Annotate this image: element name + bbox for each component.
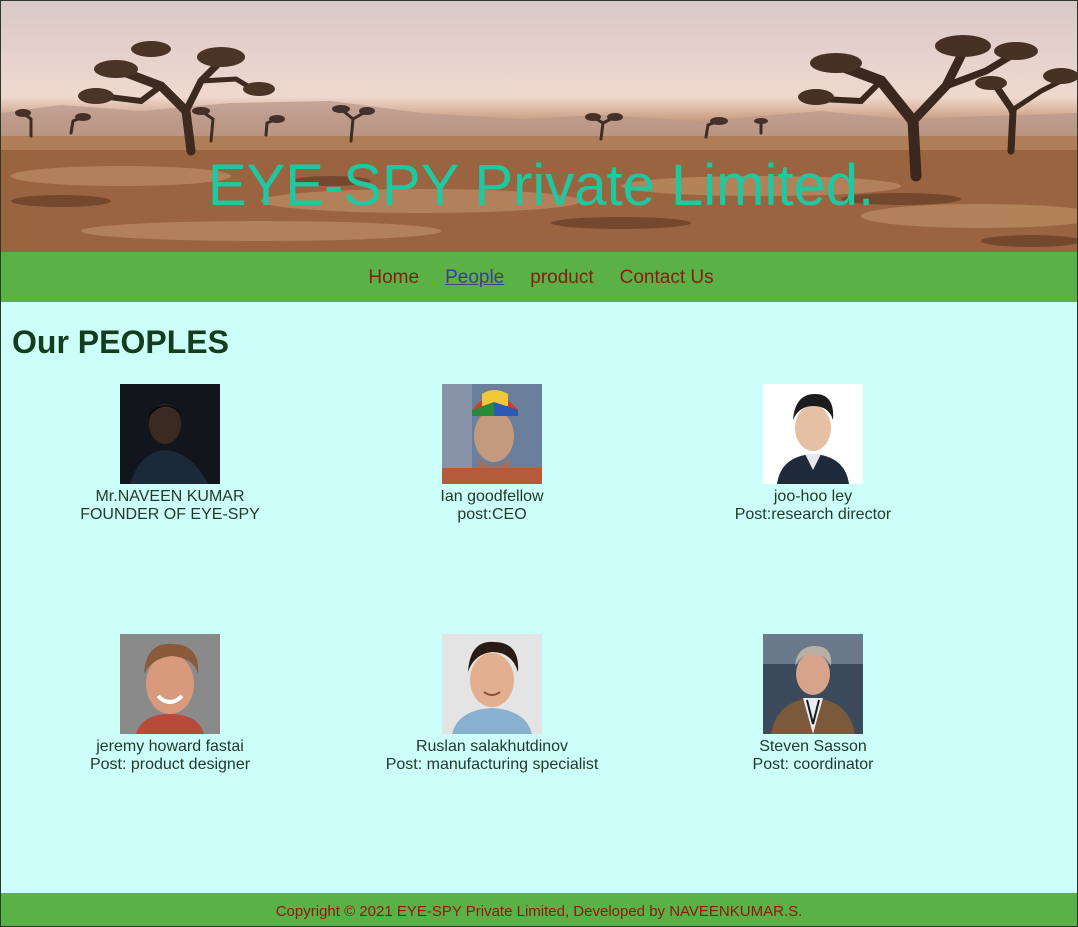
page-title: Our PEOPLES <box>12 324 229 360</box>
person-role: Post: product designer <box>89 756 251 773</box>
header-banner: EYE-SPY Private Limited. <box>1 1 1077 252</box>
person-card: Steven Sasson Post: coordinator <box>653 634 973 774</box>
site-title: EYE-SPY Private Limited. <box>207 153 875 218</box>
nav-link-home[interactable]: Home <box>368 267 419 289</box>
person-card: Ian goodfellow post:CEO <box>332 384 652 524</box>
person-role: Post:research director <box>734 506 892 523</box>
person-photo <box>120 384 220 484</box>
person-photo <box>442 384 542 484</box>
nav-link-product[interactable]: product <box>530 267 593 289</box>
footer: Copyright © 2021 EYE-SPY Private Limited… <box>1 893 1077 926</box>
footer-copyright: Copyright © 2021 EYE-SPY Private Limited… <box>275 903 803 920</box>
person-name: jeremy howard fastai <box>96 738 244 755</box>
person-photo <box>120 634 220 734</box>
nav-link-people[interactable]: People <box>445 267 504 289</box>
person-photo <box>442 634 542 734</box>
person-photo <box>763 634 863 734</box>
person-role: post:CEO <box>457 506 527 523</box>
person-card: jeremy howard fastai Post: product desig… <box>10 634 330 774</box>
person-name: Mr.NAVEEN KUMAR <box>95 488 245 505</box>
person-name: joo-hoo ley <box>773 488 853 505</box>
person-role: Post: coordinator <box>752 756 874 773</box>
person-name: Ruslan salakhutdinov <box>415 738 569 755</box>
nav-link-contact-us[interactable]: Contact Us <box>620 267 714 289</box>
main-nav: Home People product Contact Us <box>1 252 1077 302</box>
person-card: Ruslan salakhutdinov Post: manufacturing… <box>332 634 652 774</box>
page: EYE-SPY Private Limited. Home People pro… <box>0 0 1078 927</box>
main-content: Our PEOPLES Mr.NAVEEN KUMAR FOUNDER OF E… <box>1 302 1077 893</box>
person-role: FOUNDER OF EYE-SPY <box>80 506 260 523</box>
person-role: Post: manufacturing specialist <box>385 756 599 773</box>
person-name: Ian goodfellow <box>440 488 544 505</box>
person-card: joo-hoo ley Post:research director <box>653 384 973 524</box>
person-name: Steven Sasson <box>759 738 867 755</box>
person-card: Mr.NAVEEN KUMAR FOUNDER OF EYE-SPY <box>10 384 330 524</box>
person-photo <box>763 384 863 484</box>
